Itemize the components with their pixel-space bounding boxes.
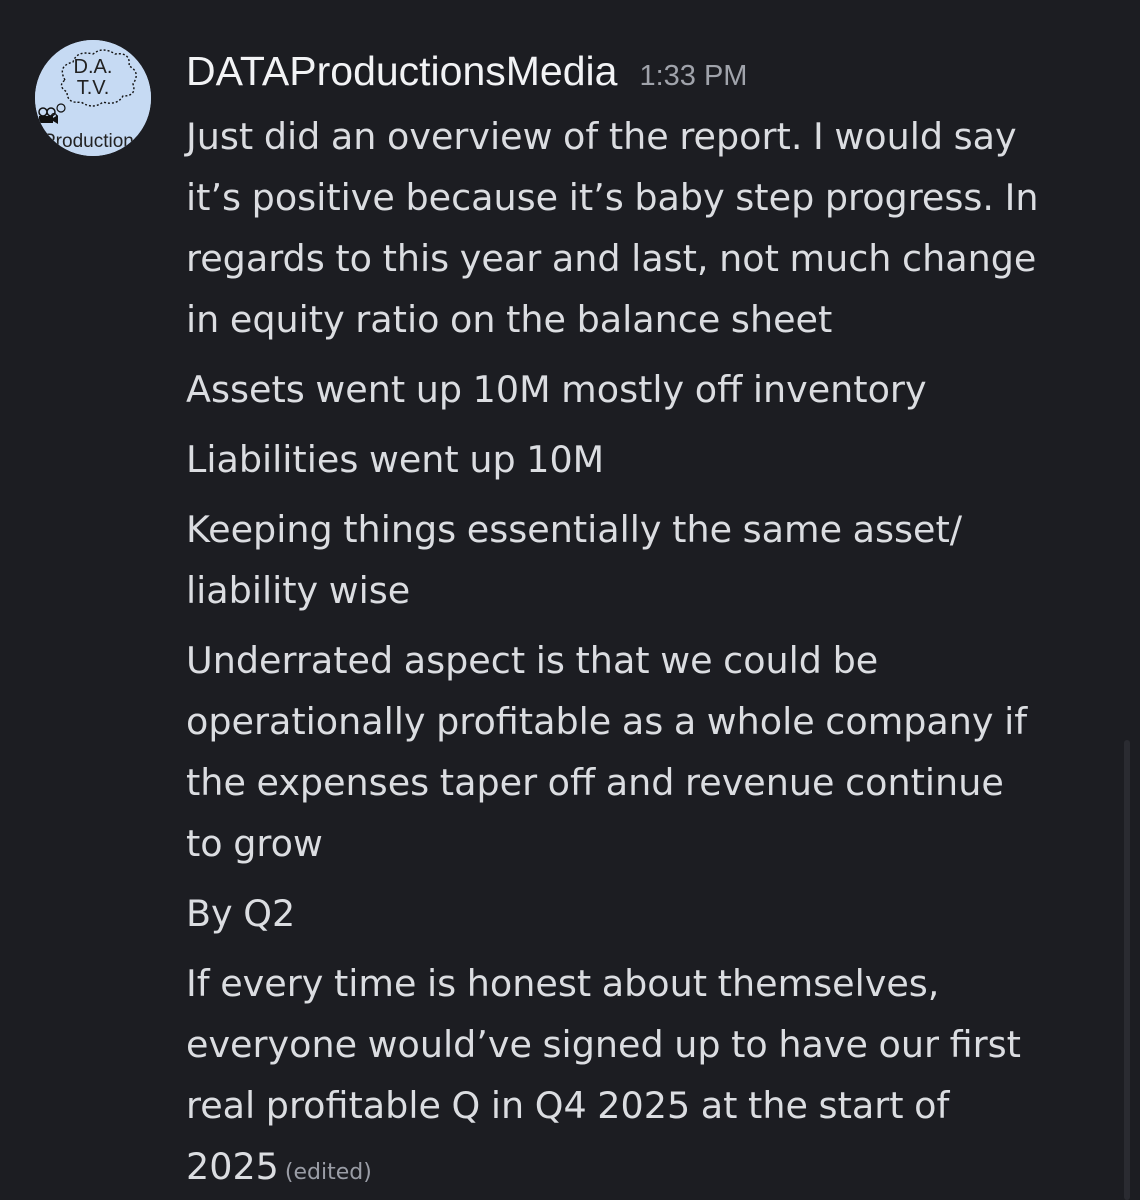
text-line-content: 2025 — [186, 1145, 279, 1188]
text-line: real profitable Q in Q4 2025 at the star… — [186, 1084, 950, 1127]
text-line: operationally profitable as a whole comp… — [186, 700, 1028, 743]
message-timestamp: 1:33 PM — [639, 60, 748, 92]
text-line: in equity ratio on the balance sheet — [186, 298, 833, 341]
chat-message: D.A. T.V. Productions DATAProductionsMed… — [0, 0, 1140, 1200]
svg-text:D.A.: D.A. — [74, 56, 113, 78]
text-line: everyone would’ve signed up to have our … — [186, 1023, 1021, 1066]
message-paragraph: Underrated aspect is that we could be op… — [186, 630, 1116, 874]
author-name[interactable]: DATAProductionsMedia — [186, 48, 617, 94]
message-paragraph: Keeping things essentially the same asse… — [186, 499, 1116, 621]
edited-label: (edited) — [284, 1160, 372, 1185]
text-line: If every time is honest about themselves… — [186, 962, 940, 1005]
text-line: liability wise — [186, 569, 411, 612]
text-line: Keeping things essentially the same asse… — [186, 508, 963, 551]
scrollbar[interactable] — [1124, 740, 1130, 1200]
avatar-logo-icon: D.A. T.V. Productions — [35, 40, 151, 156]
svg-text:T.V.: T.V. — [77, 77, 110, 99]
text-line: regards to this year and last, not much … — [186, 237, 1037, 280]
avatar[interactable]: D.A. T.V. Productions — [35, 40, 151, 156]
message-header: DATAProductionsMedia 1:33 PM — [186, 48, 747, 104]
text-line: Assets went up 10M mostly off inventory — [186, 368, 927, 411]
text-line: Underrated aspect is that we could be — [186, 639, 879, 682]
text-line: By Q2 — [186, 892, 296, 935]
message-paragraph: By Q2 — [186, 883, 1116, 944]
text-line: the expenses taper off and revenue conti… — [186, 761, 1004, 804]
message-paragraph: Assets went up 10M mostly off inventory — [186, 359, 1116, 420]
text-line: to grow — [186, 822, 323, 865]
message-paragraph: If every time is honest about themselves… — [186, 953, 1116, 1200]
svg-text:Productions: Productions — [43, 131, 143, 152]
message-content: Just did an overview of the report. I wo… — [186, 106, 1116, 1200]
text-line: it’s positive because it’s baby step pro… — [186, 176, 1039, 219]
text-line: Liabilities went up 10M — [186, 438, 605, 481]
message-paragraph: Liabilities went up 10M — [186, 429, 1116, 490]
text-line: Just did an overview of the report. I wo… — [186, 115, 1017, 158]
text-line: 2025 (edited) — [186, 1136, 1116, 1200]
message-paragraph: Just did an overview of the report. I wo… — [186, 106, 1116, 350]
